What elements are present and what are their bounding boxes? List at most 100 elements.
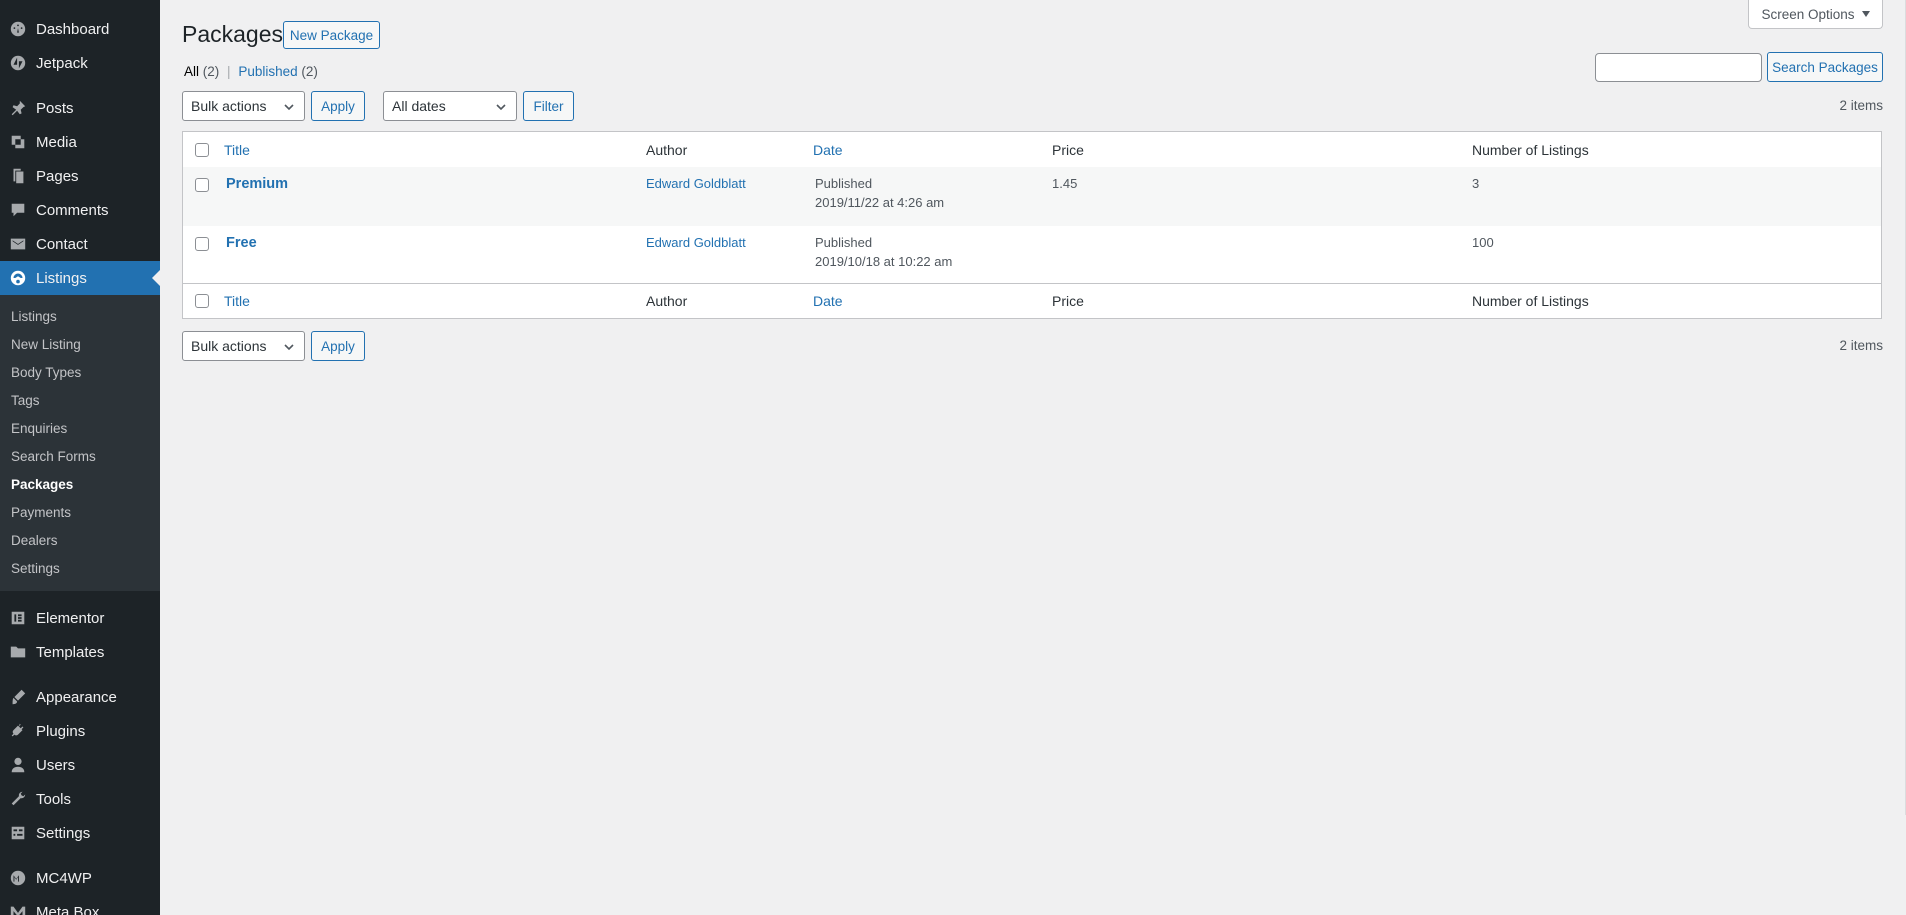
menu-label: Elementor	[36, 609, 105, 627]
filter-button[interactable]: Filter	[523, 91, 574, 121]
menu-label: Media	[36, 133, 77, 151]
row-listings: 3	[1472, 176, 1480, 191]
apply-button-top[interactable]: Apply	[311, 91, 365, 121]
filter-published-count: (2)	[301, 64, 318, 79]
items-count-top: 2 items	[1839, 98, 1883, 113]
menu-label: Posts	[36, 99, 74, 117]
menu-posts[interactable]: Posts	[0, 91, 160, 125]
table-header: Title Author Date Price Number of Listin…	[183, 132, 1881, 168]
wrench-icon	[8, 789, 28, 809]
row-date-value: 2019/10/18 at 10:22 am	[815, 254, 953, 269]
column-price: Price	[1052, 142, 1084, 158]
menu-contact[interactable]: Contact	[0, 227, 160, 261]
menu-label: Templates	[36, 643, 105, 661]
menu-label: Meta Box	[36, 903, 100, 915]
submenu-packages[interactable]: Packages	[11, 477, 73, 492]
menu-jetpack[interactable]: Jetpack	[0, 46, 160, 80]
brush-icon	[8, 687, 28, 707]
submenu-listings[interactable]: Listings	[11, 309, 57, 324]
media-icon	[8, 132, 28, 152]
menu-listings[interactable]: Listings	[0, 261, 160, 295]
new-package-button[interactable]: New Package	[283, 21, 380, 49]
menu-templates[interactable]: Templates	[0, 635, 160, 669]
column-date-sort[interactable]: Date	[813, 142, 843, 158]
items-count-bottom: 2 items	[1839, 338, 1883, 353]
submenu-new-listing[interactable]: New Listing	[11, 337, 81, 352]
bulk-actions-select[interactable]: Bulk actions	[182, 91, 305, 121]
column-price-footer: Price	[1052, 293, 1084, 309]
menu-label: Plugins	[36, 722, 86, 740]
bulk-actions-select-bottom[interactable]: Bulk actions	[182, 331, 305, 361]
bulk-actions-value: Bulk actions	[191, 338, 267, 354]
submenu-dealers[interactable]: Dealers	[11, 533, 58, 548]
chevron-down-icon	[283, 100, 295, 112]
menu-label: Comments	[36, 201, 109, 219]
menu-settings[interactable]: Settings	[0, 816, 160, 850]
apply-button-bottom[interactable]: Apply	[311, 331, 365, 361]
submenu-payments[interactable]: Payments	[11, 505, 71, 520]
select-all-checkbox[interactable]	[195, 143, 209, 157]
row-date: Published 2019/10/18 at 10:22 am	[815, 233, 952, 271]
filter-published[interactable]: Published	[238, 64, 297, 79]
filter-all-count: (2)	[202, 64, 220, 79]
column-date-sort-footer[interactable]: Date	[813, 293, 843, 309]
screen-options-toggle[interactable]: Screen Options	[1748, 0, 1883, 29]
submenu-enquiries[interactable]: Enquiries	[11, 421, 67, 436]
elementor-icon	[8, 608, 28, 628]
menu-label: Appearance	[36, 688, 117, 706]
menu-dashboard[interactable]: Dashboard	[0, 12, 160, 46]
row-checkbox[interactable]	[195, 237, 209, 251]
folder-icon	[8, 642, 28, 662]
select-all-checkbox-footer[interactable]	[195, 294, 209, 308]
dates-value: All dates	[392, 98, 446, 114]
column-listings-footer: Number of Listings	[1472, 293, 1589, 309]
screen-options-label: Screen Options	[1761, 6, 1855, 22]
table-row: Premium Edward Goldblatt Published 2019/…	[183, 167, 1881, 226]
submenu-search-forms[interactable]: Search Forms	[11, 449, 96, 464]
menu-elementor[interactable]: Elementor	[0, 601, 160, 635]
table-row: Free Edward Goldblatt Published 2019/10/…	[183, 226, 1881, 285]
row-title-link[interactable]: Premium	[226, 176, 288, 192]
menu-appearance[interactable]: Appearance	[0, 680, 160, 714]
chevron-down-icon	[283, 340, 295, 352]
menu-mc4wp[interactable]: MC4WP	[0, 861, 160, 895]
packages-table: Title Author Date Price Number of Listin…	[182, 131, 1882, 319]
menu-label: Contact	[36, 235, 88, 253]
submenu-tags[interactable]: Tags	[11, 393, 40, 408]
menu-meta-box[interactable]: Meta Box	[0, 895, 160, 915]
metabox-icon	[8, 902, 28, 915]
row-price: 1.45	[1052, 176, 1078, 191]
column-listings: Number of Listings	[1472, 142, 1589, 158]
menu-media[interactable]: Media	[0, 125, 160, 159]
menu-label: Pages	[36, 167, 79, 185]
row-listings: 100	[1472, 235, 1494, 250]
mail-icon	[8, 234, 28, 254]
column-title-sort-footer[interactable]: Title	[224, 293, 250, 309]
column-title-sort[interactable]: Title	[224, 142, 250, 158]
row-author-link[interactable]: Edward Goldblatt	[646, 235, 746, 250]
filter-all[interactable]: All	[184, 64, 199, 79]
menu-users[interactable]: Users	[0, 748, 160, 782]
search-packages-button[interactable]: Search Packages	[1767, 52, 1883, 82]
filter-separator: |	[227, 64, 231, 79]
submenu-settings[interactable]: Settings	[11, 561, 60, 576]
search-input[interactable]	[1595, 53, 1762, 82]
menu-plugins[interactable]: Plugins	[0, 714, 160, 748]
row-title-link[interactable]: Free	[226, 235, 257, 251]
dates-select[interactable]: All dates	[383, 91, 517, 121]
menu-pages[interactable]: Pages	[0, 159, 160, 193]
menu-label: Users	[36, 756, 76, 774]
menu-label: Settings	[36, 824, 91, 842]
row-checkbox[interactable]	[195, 178, 209, 192]
triangle-down-icon	[1861, 11, 1870, 17]
status-filters: All (2) | Published (2)	[184, 64, 318, 79]
row-status: Published	[815, 176, 873, 191]
menu-tools[interactable]: Tools	[0, 782, 160, 816]
menu-label: Tools	[36, 790, 72, 808]
column-author-footer: Author	[646, 293, 688, 309]
row-author-link[interactable]: Edward Goldblatt	[646, 176, 746, 191]
menu-label: Jetpack	[36, 54, 88, 72]
menu-comments[interactable]: Comments	[0, 193, 160, 227]
user-icon	[8, 755, 28, 775]
submenu-body-types[interactable]: Body Types	[11, 365, 81, 380]
